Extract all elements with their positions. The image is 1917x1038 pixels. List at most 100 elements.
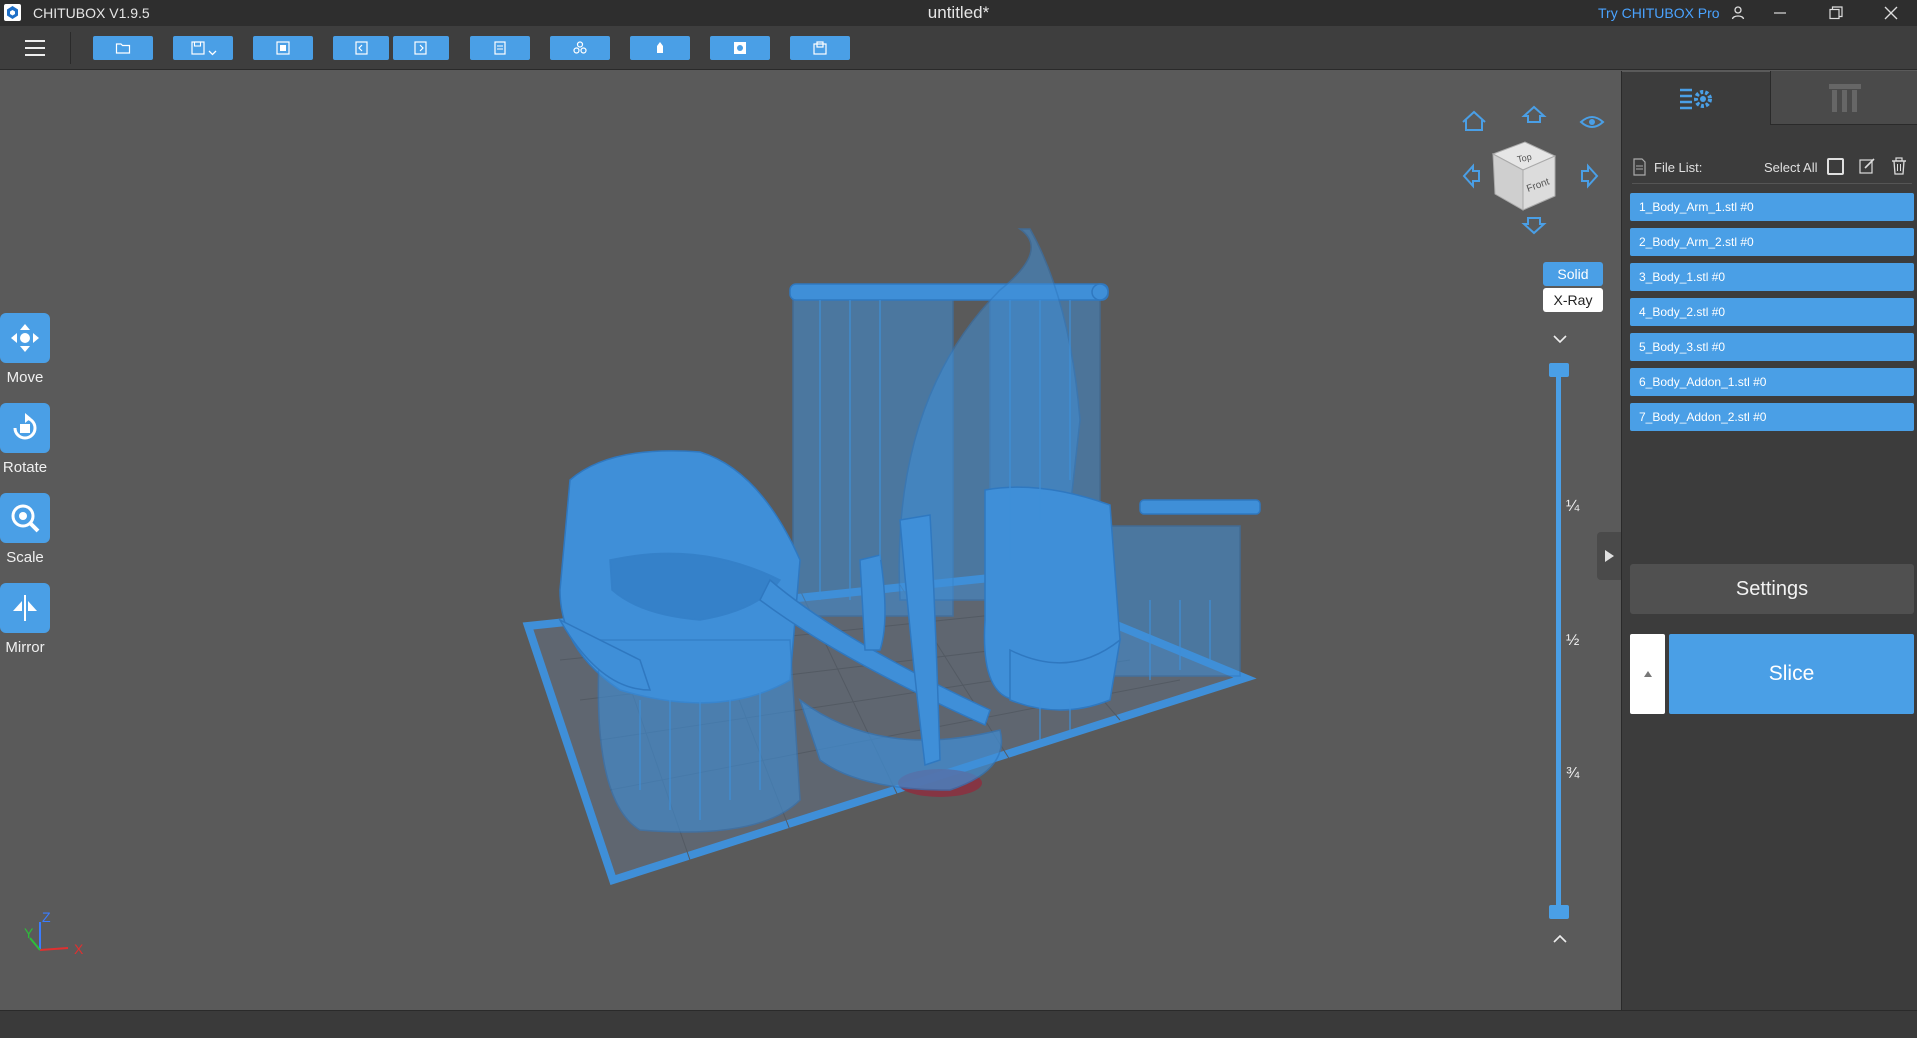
- mirror-icon: [0, 583, 50, 633]
- move-tool-label: Move: [6, 369, 44, 386]
- document-settings-icon: [494, 41, 506, 55]
- auto-layout-icon: [276, 41, 290, 55]
- axis-y-label: Y: [24, 925, 34, 941]
- view-right-arrow-icon[interactable]: [1581, 163, 1599, 189]
- file-list-item[interactable]: 3_Body_1.stl #0: [1630, 263, 1914, 291]
- scale-tool[interactable]: Scale: [0, 493, 50, 566]
- view-cube[interactable]: Top Front: [1455, 98, 1605, 248]
- minimize-button[interactable]: [1760, 0, 1800, 26]
- solid-mode-button[interactable]: Solid: [1543, 262, 1603, 286]
- hamburger-icon: [25, 40, 45, 56]
- redo-icon: [414, 41, 427, 55]
- support-button[interactable]: [630, 36, 690, 60]
- file-list-item[interactable]: 5_Body_3.stl #0: [1630, 333, 1914, 361]
- slice-settings-button[interactable]: [470, 36, 530, 60]
- chitubox-window: CHITUBOX V1.9.5 untitled* Try CHITUBOX P…: [0, 0, 1917, 1038]
- rotate-icon: [0, 403, 50, 453]
- file-list-label: File List:: [1654, 160, 1703, 175]
- undo-button[interactable]: [333, 36, 389, 60]
- file-list-divider: [1632, 183, 1912, 184]
- auto-layout-button[interactable]: [253, 36, 313, 60]
- undo-icon: [355, 41, 368, 55]
- layer-fraction-half: ½: [1566, 632, 1580, 649]
- hollow-button[interactable]: [710, 36, 770, 60]
- layer-fraction-three-quarters: ¾: [1566, 765, 1580, 782]
- minimize-icon: [1774, 12, 1786, 14]
- open-file-button[interactable]: [93, 36, 153, 60]
- settings-button[interactable]: Settings: [1630, 564, 1914, 614]
- redo-button[interactable]: [393, 36, 449, 60]
- hollow-icon: [734, 42, 746, 54]
- file-list-item[interactable]: 6_Body_Addon_1.stl #0: [1630, 368, 1914, 396]
- folder-icon: [115, 43, 131, 54]
- move-icon: [0, 313, 50, 363]
- chevron-down-icon: [208, 50, 216, 55]
- save-button[interactable]: [173, 36, 233, 60]
- user-account-button[interactable]: [1718, 0, 1758, 26]
- toolbar-divider: [70, 32, 71, 64]
- multi-object-icon: [573, 41, 587, 54]
- file-list-item[interactable]: 2_Body_Arm_2.stl #0: [1630, 228, 1914, 256]
- slice-options-button[interactable]: [1630, 634, 1665, 714]
- triangle-up-icon: [1643, 671, 1652, 677]
- try-pro-link[interactable]: Try CHITUBOX Pro: [1598, 5, 1720, 21]
- slice-button[interactable]: Slice: [1669, 634, 1914, 714]
- right-side-panel: File List: Select All 1_Body_Arm_1.stl #…: [1597, 71, 1917, 1010]
- layer-slider-chevron-down-icon[interactable]: [1550, 331, 1570, 347]
- restore-button[interactable]: [1816, 0, 1856, 26]
- rotate-tool[interactable]: Rotate: [0, 403, 50, 476]
- mirror-tool-label: Mirror: [5, 639, 45, 656]
- main-toolbar: [0, 26, 1917, 70]
- edit-icon[interactable]: [1858, 157, 1876, 175]
- select-all-checkbox[interactable]: [1827, 158, 1844, 175]
- drill-button[interactable]: [790, 36, 850, 60]
- save-icon: [190, 41, 205, 55]
- user-icon: [1731, 6, 1745, 20]
- file-list-item[interactable]: 4_Body_2.stl #0: [1630, 298, 1914, 326]
- view-up-arrow-icon[interactable]: [1521, 105, 1547, 123]
- layer-slider-track[interactable]: [1556, 370, 1561, 915]
- triangle-right-icon: [1605, 550, 1614, 562]
- layer-fraction-quarter: ¼: [1566, 498, 1580, 515]
- layer-slider-top-handle[interactable]: [1549, 363, 1569, 377]
- select-all-label: Select All: [1764, 160, 1818, 175]
- scale-tool-label: Scale: [6, 549, 44, 566]
- view-down-arrow-icon[interactable]: [1521, 217, 1547, 235]
- 3d-viewport[interactable]: Top Front Solid X-Ray ¼ ½ ¾ Z X Y: [0, 71, 1620, 1010]
- collapse-panel-button[interactable]: [1597, 532, 1621, 580]
- rotate-tool-label: Rotate: [2, 459, 48, 476]
- axis-indicator: Z X Y: [24, 909, 84, 957]
- app-name: CHITUBOX V1.9.5: [33, 5, 150, 21]
- model-scene[interactable]: [0, 71, 1620, 1010]
- restore-icon: [1829, 6, 1843, 20]
- scale-icon: [0, 493, 50, 543]
- home-view-icon[interactable]: [1462, 110, 1486, 131]
- file-list-item[interactable]: 7_Body_Addon_2.stl #0: [1630, 403, 1914, 431]
- tab-model-settings[interactable]: [1622, 71, 1770, 125]
- axis-x-label: X: [74, 941, 84, 957]
- close-button[interactable]: [1871, 0, 1911, 26]
- layer-slider-bottom-handle[interactable]: [1549, 905, 1569, 919]
- view-left-arrow-icon[interactable]: [1462, 163, 1480, 189]
- support-icon: [657, 42, 663, 53]
- trash-icon[interactable]: [1890, 157, 1908, 175]
- tab-supports[interactable]: [1770, 71, 1917, 125]
- xray-mode-button[interactable]: X-Ray: [1543, 288, 1603, 312]
- title-bar: CHITUBOX V1.9.5 untitled* Try CHITUBOX P…: [0, 0, 1917, 26]
- chitubox-logo-icon: [4, 4, 21, 21]
- status-bar: [0, 1010, 1917, 1038]
- supports-pillars-icon: [1828, 83, 1861, 112]
- file-icon: [1633, 158, 1646, 176]
- drill-icon: [813, 41, 827, 55]
- file-list-header: File List: Select All: [1632, 157, 1912, 177]
- hamburger-menu-button[interactable]: [20, 36, 50, 60]
- file-list-item[interactable]: 1_Body_Arm_1.stl #0: [1630, 193, 1914, 221]
- close-icon: [1884, 6, 1898, 20]
- move-tool[interactable]: Move: [0, 313, 50, 386]
- layer-slider-chevron-up-icon[interactable]: [1550, 931, 1570, 947]
- axis-z-label: Z: [42, 909, 51, 925]
- eye-icon[interactable]: [1579, 116, 1605, 128]
- machine-button[interactable]: [550, 36, 610, 60]
- list-gear-icon: [1680, 88, 1712, 109]
- mirror-tool[interactable]: Mirror: [0, 583, 50, 656]
